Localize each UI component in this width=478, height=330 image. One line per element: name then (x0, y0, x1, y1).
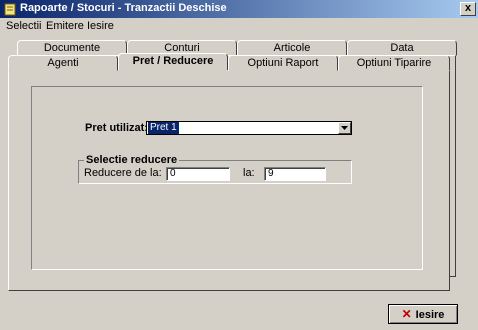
app-icon (4, 3, 16, 16)
menu-emitere[interactable]: Emitere (46, 20, 84, 32)
menu-bar: Selectii Emitere Iesire (0, 18, 478, 36)
reducere-to-label: la: (243, 167, 255, 179)
reducere-to-input[interactable]: 9 (264, 167, 326, 181)
iesire-label: Iesire (415, 309, 445, 321)
tab-data[interactable]: Data (347, 40, 457, 56)
pret-label: Pret utilizat: (85, 122, 148, 134)
tab-optiuni-tiparire[interactable]: Optiuni Tiparire (338, 55, 450, 71)
chevron-down-icon (341, 126, 348, 130)
title-bar: Rapoarte / Stocuri - Tranzactii Deschise… (0, 0, 478, 18)
dropdown-button[interactable] (338, 122, 351, 134)
iesire-button[interactable]: ✕ Iesire (388, 304, 458, 324)
reducere-group-title: Selectie reducere (84, 154, 180, 166)
tab-articole[interactable]: Articole (237, 40, 347, 56)
x-icon: ✕ (401, 307, 412, 321)
menu-iesire[interactable]: Iesire (87, 20, 114, 32)
tab-pret-reducere[interactable]: Pret / Reducere (118, 53, 228, 70)
pret-selected-value: Pret 1 (148, 122, 179, 134)
tab-documente[interactable]: Documente (17, 40, 127, 56)
window-title: Rapoarte / Stocuri - Tranzactii Deschise (20, 2, 227, 14)
reducere-from-input[interactable]: 0 (166, 167, 230, 181)
menu-selectii[interactable]: Selectii (6, 20, 41, 32)
close-button[interactable]: x (460, 2, 476, 16)
reducere-from-label: Reducere de la: (84, 167, 162, 179)
tab-optiuni-raport[interactable]: Optiuni Raport (228, 55, 338, 71)
tab-agenti[interactable]: Agenti (8, 55, 118, 71)
pret-select[interactable]: Pret 1 (146, 121, 352, 135)
